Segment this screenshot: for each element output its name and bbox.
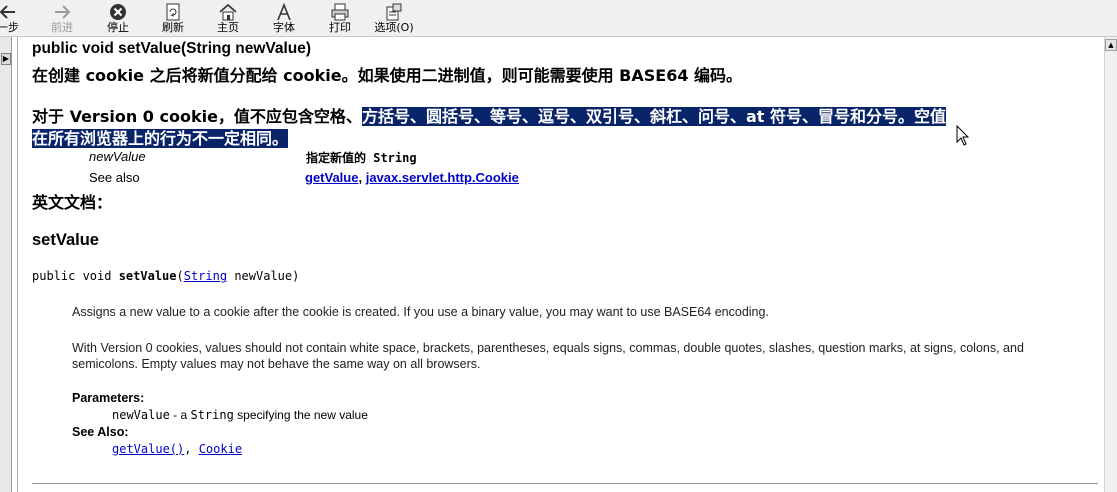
cn-see-also-links: getValue, javax.servlet.http.Cookie xyxy=(305,170,519,185)
back-arrow-icon xyxy=(0,2,17,22)
print-label: 打印 xyxy=(329,21,351,34)
toolbar: 一步 前进 停止 刷新 主页 字体 打印 选项(O) xyxy=(0,0,1117,37)
cn-param-desc: 指定新值的 String xyxy=(306,151,417,165)
cn-see-also-label: See also xyxy=(89,170,140,185)
cn-method-signature: public void setValue(String newValue) xyxy=(32,40,312,57)
pane-divider[interactable] xyxy=(17,37,18,492)
en-description-para2-line2: semicolons. Empty values may not behave … xyxy=(72,357,481,371)
vertical-scrollbar[interactable]: ▲ xyxy=(1104,37,1117,492)
doc-content: public void setValue(String newValue) 在创… xyxy=(30,37,1104,492)
refresh-icon xyxy=(165,2,181,22)
expand-pane-icon[interactable]: ▶ xyxy=(1,53,11,65)
horizontal-divider xyxy=(32,483,1098,484)
font-button[interactable]: 字体 xyxy=(262,2,306,36)
en-param-line: newValue - a String specifying the new v… xyxy=(112,408,368,422)
en-param-desc-b: specifying the new value xyxy=(233,408,368,422)
stop-button[interactable]: 停止 xyxy=(96,2,140,36)
back-label: 一步 xyxy=(0,21,19,34)
sig-open-paren: ( xyxy=(176,269,184,283)
en-method-signature: public void setValue(String newValue) xyxy=(32,269,299,283)
font-label: 字体 xyxy=(273,21,295,34)
font-icon xyxy=(275,2,293,22)
getvalue-link[interactable]: getValue xyxy=(305,170,358,185)
cn-param-name: newValue xyxy=(89,149,146,164)
sig-method-name: setValue xyxy=(118,269,177,283)
en-method-heading: setValue xyxy=(32,231,99,249)
en-description-para1: Assigns a new value to a cookie after th… xyxy=(72,305,769,319)
cookie-link[interactable]: Cookie xyxy=(199,442,242,456)
home-button[interactable]: 主页 xyxy=(206,2,250,36)
see-also-separator: , xyxy=(358,170,366,185)
home-label: 主页 xyxy=(217,21,239,34)
getvalue-method-link[interactable]: getValue() xyxy=(112,442,184,456)
cn-description-line2: 对于 Version 0 cookie，值不应包含空格、方括号、圆括号、等号、逗… xyxy=(32,103,946,127)
home-icon xyxy=(218,2,238,22)
options-label: 选项(O) xyxy=(374,21,414,34)
refresh-label: 刷新 xyxy=(162,21,184,34)
string-type-link[interactable]: String xyxy=(184,269,227,283)
sig-rest: newValue) xyxy=(227,269,300,283)
left-pane: ▶ xyxy=(0,37,12,492)
parameters-label: Parameters: xyxy=(72,391,145,405)
forward-label: 前进 xyxy=(51,21,73,34)
cn-description-line3: 在所有浏览器上的行为不一定相同。 xyxy=(32,125,289,149)
back-button[interactable]: 一步 xyxy=(0,2,30,36)
stop-label: 停止 xyxy=(107,21,129,34)
en-param-type: String xyxy=(190,408,234,422)
selected-text[interactable]: 方括号、圆括号、等号、逗号、双引号、斜杠、问号、at 符号、冒号和分号。空值 xyxy=(361,107,946,126)
scroll-up-icon[interactable]: ▲ xyxy=(1105,39,1117,51)
options-icon xyxy=(385,2,403,22)
sig-prefix: public void xyxy=(32,269,119,283)
en-description-para2-line1: With Version 0 cookies, values should no… xyxy=(72,341,1024,355)
en-see-also-links: getValue(), Cookie xyxy=(112,442,242,456)
selected-text-cont[interactable]: 在所有浏览器上的行为不一定相同。 xyxy=(32,129,289,148)
cookie-class-link[interactable]: javax.servlet.http.Cookie xyxy=(366,170,519,185)
cn-desc-unselected: 对于 Version 0 cookie，值不应包含空格、 xyxy=(32,107,362,126)
en-see-also-label: See Also: xyxy=(72,425,129,439)
en-param-name: newValue xyxy=(112,408,170,422)
stop-icon xyxy=(109,2,127,22)
en-see-sep: , xyxy=(184,442,199,456)
options-button[interactable]: 选项(O) xyxy=(372,2,416,36)
forward-button[interactable]: 前进 xyxy=(40,2,84,36)
en-param-desc-a: - a xyxy=(169,408,191,422)
printer-icon xyxy=(330,2,350,22)
english-doc-label: 英文文档： xyxy=(32,193,113,212)
forward-arrow-icon xyxy=(53,2,71,22)
mouse-cursor-icon xyxy=(956,124,970,151)
cn-description-line1: 在创建 cookie 之后将新值分配给 cookie。如果使用二进制值，则可能需… xyxy=(32,66,743,85)
print-button[interactable]: 打印 xyxy=(318,2,362,36)
refresh-button[interactable]: 刷新 xyxy=(151,2,195,36)
